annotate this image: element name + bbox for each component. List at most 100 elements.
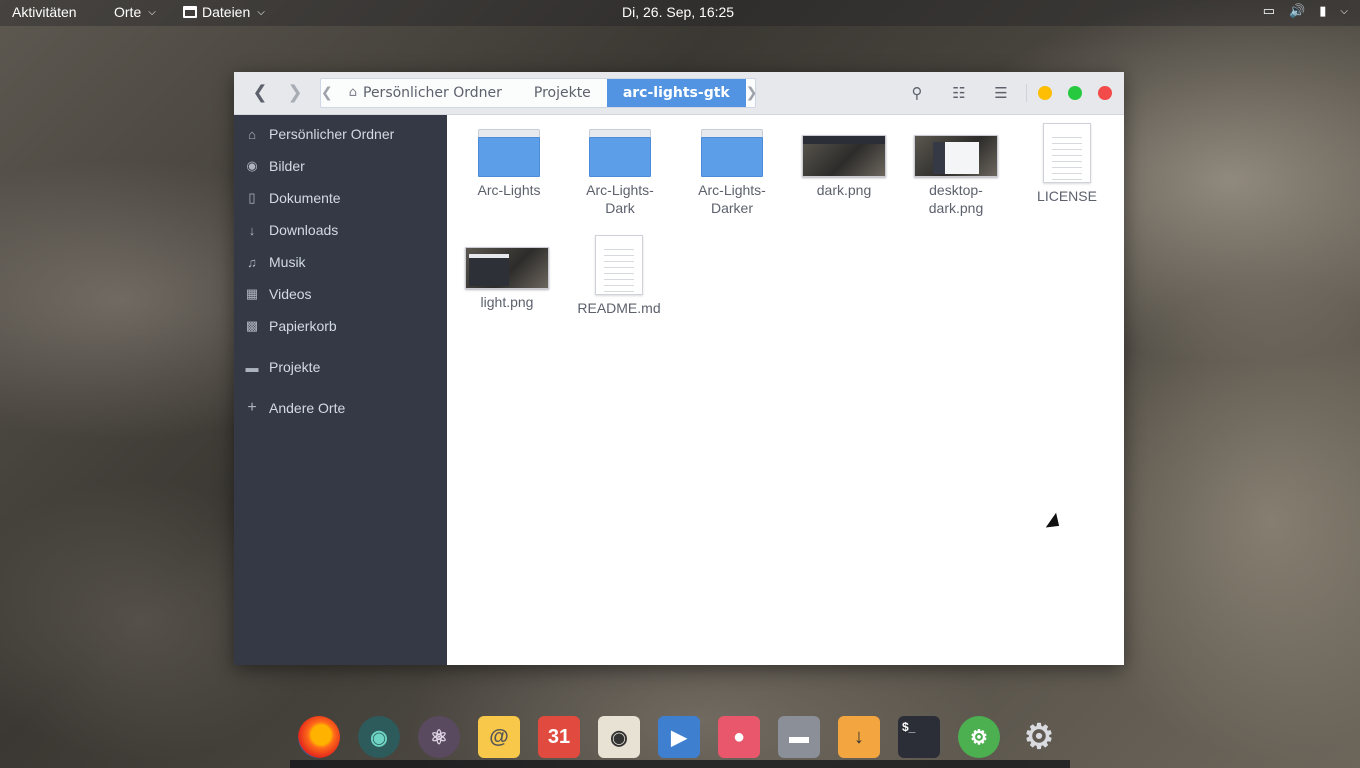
mail-icon[interactable]: @	[478, 716, 520, 758]
download-icon: ↓	[248, 222, 256, 238]
photos-icon[interactable]: ●	[718, 716, 760, 758]
camera-icon: ◉	[246, 158, 258, 173]
files-app-icon	[183, 6, 197, 18]
chevron-right-icon: ❯	[287, 82, 303, 103]
path-scroll-right-icon[interactable]: ❯	[746, 85, 758, 101]
file-label: README.md	[577, 300, 661, 316]
download-manager-icon[interactable]: ↓	[838, 716, 880, 758]
file-label: desktop-dark.png	[928, 182, 984, 216]
chevron-down-icon: ⌵	[257, 6, 265, 18]
forward-button[interactable]: ❯	[280, 80, 310, 106]
sidebar-item-label: Persönlicher Ordner	[269, 126, 395, 142]
text-file-icon	[1043, 123, 1091, 183]
file-item[interactable]: README.md	[569, 235, 669, 317]
crumb-home[interactable]: ⌂ Persönlicher Ordner	[333, 79, 518, 107]
maximize-button[interactable]	[1068, 86, 1082, 100]
close-button[interactable]	[1098, 86, 1112, 100]
gitkraken-icon[interactable]: ◉	[358, 716, 400, 758]
view-list-icon: ☷	[952, 84, 966, 102]
crumb-label: Persönlicher Ordner	[363, 85, 502, 101]
search-icon: ⚲	[911, 84, 923, 102]
chevron-down-icon: ⌵	[148, 6, 156, 18]
places-label: Orte	[114, 4, 142, 20]
system-menu-icon[interactable]: ⌵	[1340, 6, 1348, 17]
rhythmbox-icon[interactable]: ◉	[598, 716, 640, 758]
sidebar-item-projekte[interactable]: ▬ Projekte	[234, 352, 447, 382]
sidebar-item-musik[interactable]: ♫ Musik	[234, 247, 447, 277]
home-icon: ⌂	[348, 85, 357, 100]
dock-running-indicators	[290, 760, 1070, 768]
menu-icon: ☰	[994, 84, 1008, 102]
files-icon[interactable]: ▬	[778, 716, 820, 758]
places-sidebar: ⌂ Persönlicher Ordner ◉ Bilder ▯ Dokumen…	[234, 115, 447, 665]
battery-icon[interactable]: ▮	[1319, 3, 1326, 19]
system-tray[interactable]: ▭ 🔊 ▮ ⌵	[1263, 3, 1348, 19]
image-thumbnail	[914, 135, 998, 177]
home-icon: ⌂	[248, 126, 256, 142]
volume-icon[interactable]: 🔊	[1289, 3, 1305, 19]
video-player-icon[interactable]: ▶	[658, 716, 700, 758]
music-icon: ♫	[247, 254, 257, 270]
file-item[interactable]: Arc-Lights-Dark	[570, 129, 670, 217]
sidebar-item-bilder[interactable]: ◉ Bilder	[234, 151, 447, 181]
places-menu[interactable]: Orte ⌵	[114, 4, 156, 20]
text-file-icon	[595, 235, 643, 295]
folder-icon	[478, 129, 540, 177]
crumb-arc-lights-gtk[interactable]: arc-lights-gtk	[606, 79, 746, 107]
app-menu-label: Dateien	[202, 4, 251, 20]
terminal-icon[interactable]: $_	[898, 716, 940, 758]
search-button[interactable]: ⚲	[906, 82, 928, 104]
chevron-left-icon: ❮	[252, 82, 268, 103]
file-label: Arc-Lights-Dark	[586, 182, 654, 216]
file-label: dark.png	[816, 182, 872, 198]
image-thumbnail	[802, 135, 886, 177]
terminal-prompt-label: $_	[902, 720, 916, 734]
file-view[interactable]: Arc-Lights Arc-Lights-Dark Arc-Lights-Da…	[447, 115, 1124, 665]
dock: ◉ ⚛ @ 31 ◉ ▶ ● ▬ ↓ $_ ⚙ ⚙	[290, 706, 1070, 768]
clock[interactable]: Di, 26. Sep, 16:25	[622, 4, 734, 20]
folder-icon: ▬	[245, 359, 259, 375]
file-label: Arc-Lights	[477, 182, 541, 198]
back-button[interactable]: ❮	[245, 80, 275, 106]
menu-button[interactable]: ☰	[990, 82, 1012, 104]
sidebar-item-videos[interactable]: ▦ Videos	[234, 279, 447, 309]
crumb-projekte[interactable]: Projekte	[518, 79, 607, 107]
file-item[interactable]: dark.png	[794, 129, 894, 199]
film-icon: ▦	[245, 286, 259, 301]
sidebar-item-home[interactable]: ⌂ Persönlicher Ordner	[234, 119, 447, 149]
sidebar-item-label: Musik	[269, 254, 306, 270]
sidebar-item-andere-orte[interactable]: + Andere Orte	[234, 393, 447, 423]
top-panel: Aktivitäten Orte ⌵ Dateien ⌵ Di, 26. Sep…	[0, 0, 1360, 26]
file-item[interactable]: Arc-Lights-Darker	[682, 129, 782, 217]
calendar-day-label: 31	[547, 725, 571, 748]
app-menu[interactable]: Dateien ⌵	[183, 4, 265, 20]
sidebar-item-label: Downloads	[269, 222, 339, 238]
settings-icon[interactable]: ⚙	[1018, 716, 1060, 758]
file-item[interactable]: light.png	[457, 241, 557, 311]
sidebar-item-label: Projekte	[269, 359, 321, 375]
file-item[interactable]: LICENSE	[1017, 123, 1117, 205]
display-icon[interactable]: ▭	[1263, 3, 1275, 19]
path-scroll-left-icon[interactable]: ❮	[321, 85, 333, 101]
document-icon: ▯	[248, 190, 256, 205]
file-item[interactable]: Arc-Lights	[459, 129, 559, 199]
sidebar-item-label: Andere Orte	[269, 400, 346, 416]
plus-icon: +	[247, 399, 257, 416]
software-settings-icon[interactable]: ⚙	[958, 716, 1000, 758]
view-toggle-button[interactable]: ☷	[948, 82, 970, 104]
files-window: ❮ ❯ ❮ ⌂ Persönlicher Ordner Projekte arc…	[234, 72, 1124, 665]
file-label: light.png	[480, 294, 534, 310]
minimize-button[interactable]	[1038, 86, 1052, 100]
file-item[interactable]: desktop-dark.png	[906, 129, 1006, 217]
sidebar-item-label: Papierkorb	[269, 318, 337, 334]
file-label: LICENSE	[1037, 188, 1097, 204]
sidebar-item-downloads[interactable]: ↓ Downloads	[234, 215, 447, 245]
path-bar: ❮ ⌂ Persönlicher Ordner Projekte arc-lig…	[320, 78, 758, 108]
activities-button[interactable]: Aktivitäten	[12, 4, 77, 20]
sidebar-item-dokumente[interactable]: ▯ Dokumente	[234, 183, 447, 213]
activities-label: Aktivitäten	[12, 4, 77, 20]
firefox-icon[interactable]	[298, 716, 340, 758]
atom-icon[interactable]: ⚛	[418, 716, 460, 758]
sidebar-item-papierkorb[interactable]: ▩ Papierkorb	[234, 311, 447, 341]
calendar-icon[interactable]: 31	[538, 716, 580, 758]
